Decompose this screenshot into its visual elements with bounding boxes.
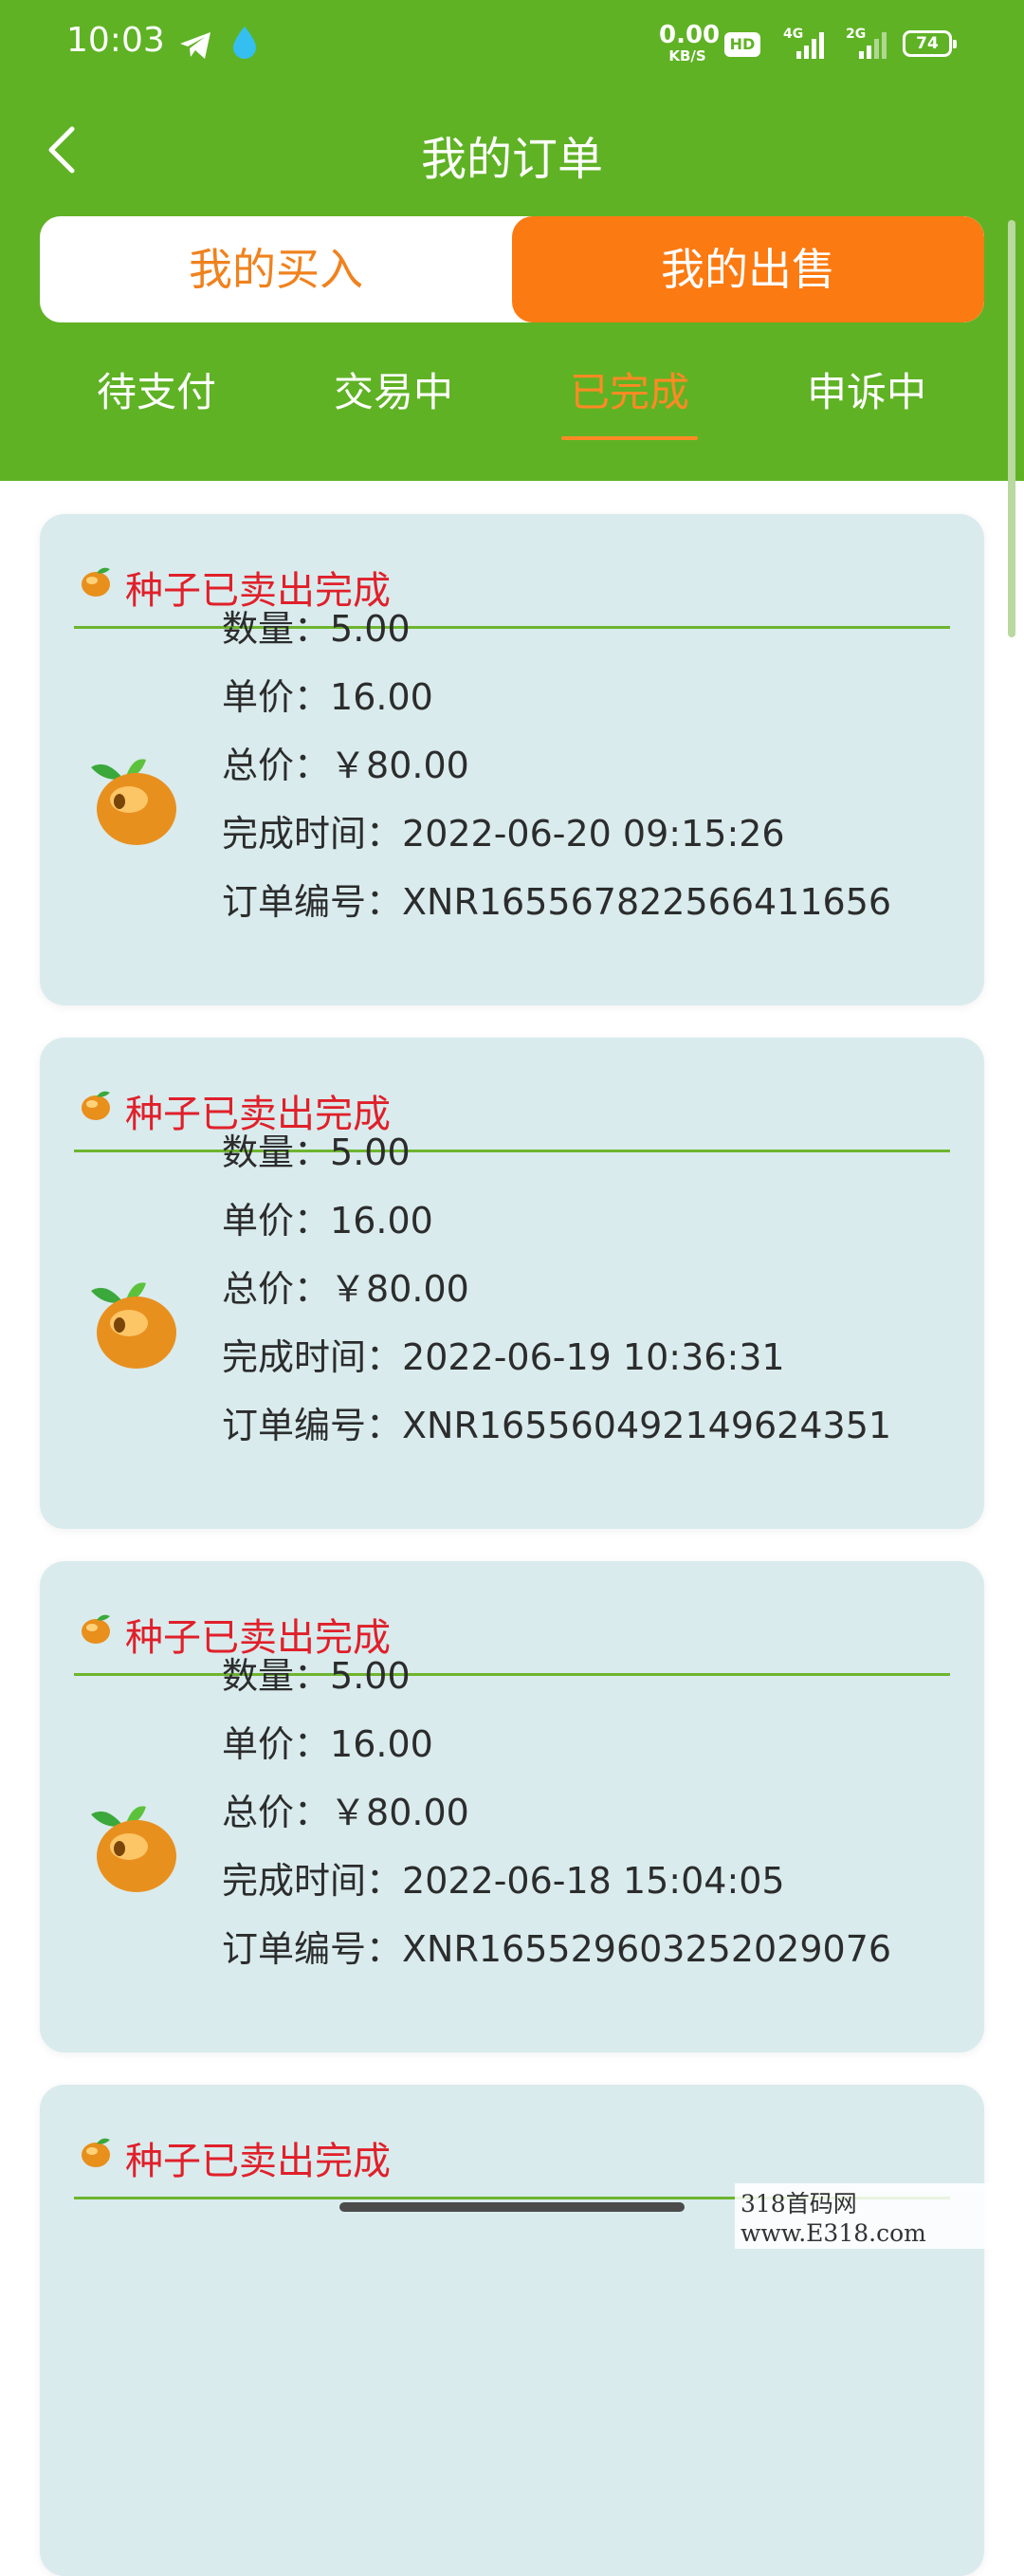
order-card[interactable]: 种子已卖出完成 [40,2085,984,2576]
app-header: 10:03 0.00 KB/S HD 4G 2G 74 我的订单 我的买入 我的… [0,0,1024,481]
seed-icon [85,1270,184,1376]
status-time: 10:03 [66,21,165,60]
scrollbar[interactable] [1008,220,1015,637]
field-total: 总价：￥80.00 [222,1792,469,1833]
segment-sell[interactable]: 我的出售 [512,216,984,322]
hd-icon: HD [724,32,760,57]
field-order-no: 订单编号：XNR165567822566411656 [222,881,892,923]
field-order-no: 订单编号：XNR165529603252029076 [222,1928,892,1970]
status-bar: 10:03 0.00 KB/S HD 4G 2G 74 [0,0,1024,90]
order-card[interactable]: 种子已卖出完成 数量：5.00 单价：16.00 总价：￥80.00 完成时间：… [40,1561,984,2052]
field-total: 总价：￥80.00 [222,1268,469,1310]
drop-icon [231,25,258,64]
seed-small-icon [78,1087,114,1127]
order-status-title: 种子已卖出完成 [125,2140,391,2183]
buy-sell-segment: 我的买入 我的出售 [40,216,984,322]
telegram-icon [178,30,212,64]
field-qty: 数量：5.00 [222,1132,411,1173]
divider [74,626,950,629]
divider [74,1150,950,1152]
seed-small-icon [78,2134,114,2174]
home-indicator[interactable] [339,2202,685,2212]
tab-in-progress[interactable]: 交易中 [289,360,498,418]
field-order-no: 订单编号：XNR165560492149624351 [222,1405,892,1446]
order-card[interactable]: 种子已卖出完成 数量：5.00 单价：16.00 总价：￥80.00 完成时间：… [40,1038,984,1529]
order-card[interactable]: 种子已卖出完成 数量：5.00 单价：16.00 总价：￥80.00 完成时间：… [40,514,984,1005]
active-tab-indicator [561,436,698,440]
status-tabs: 待支付 交易中 已完成 申诉中 [0,360,1024,446]
field-complete-time: 完成时间：2022-06-18 15:04:05 [222,1860,785,1902]
seed-small-icon [78,563,114,603]
field-unit-price: 单价：16.00 [222,1723,433,1765]
seed-small-icon [78,1610,114,1650]
segment-buy[interactable]: 我的买入 [40,216,512,322]
tab-appeal[interactable]: 申诉中 [762,360,971,418]
battery-icon: 74 [903,30,957,57]
divider [74,1673,950,1676]
field-unit-price: 单价：16.00 [222,1200,433,1242]
field-complete-time: 完成时间：2022-06-20 09:15:26 [222,813,785,855]
net-speed: 0.00 KB/S [659,21,721,64]
seed-icon [85,746,184,853]
field-unit-price: 单价：16.00 [222,676,433,718]
field-qty: 数量：5.00 [222,608,411,650]
seed-icon [85,1794,184,1900]
field-total: 总价：￥80.00 [222,745,469,786]
field-qty: 数量：5.00 [222,1655,411,1697]
tab-completed[interactable]: 已完成 [525,360,734,418]
watermark: 318首码网 www.E318.com [735,2183,1024,2249]
page-title: 我的订单 [420,133,603,186]
field-complete-time: 完成时间：2022-06-19 10:36:31 [222,1336,785,1378]
tab-pending-payment[interactable]: 待支付 [52,360,261,418]
